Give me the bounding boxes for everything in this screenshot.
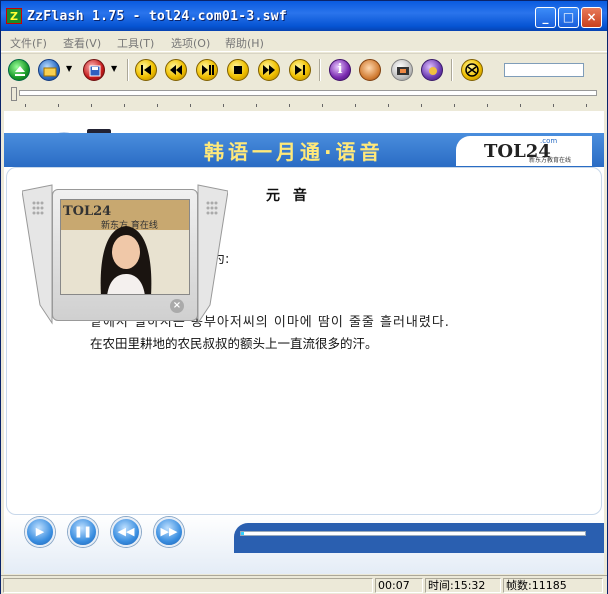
open-folder-icon[interactable] bbox=[38, 59, 60, 81]
save-icon[interactable] bbox=[83, 59, 105, 81]
web-icon[interactable] bbox=[461, 59, 483, 81]
open-dropdown-icon[interactable]: ▼ bbox=[66, 64, 72, 73]
fast-forward-icon[interactable] bbox=[258, 59, 280, 81]
toolbar: ▼ ▼ i bbox=[1, 53, 607, 85]
seek-tick bbox=[553, 104, 554, 107]
stop-icon[interactable] bbox=[227, 59, 249, 81]
menu-options[interactable]: 选项(O) bbox=[171, 35, 210, 51]
menu-view[interactable]: 查看(V) bbox=[63, 35, 101, 51]
status-bar: 00:07 时间:15:32 帧数:11185 bbox=[1, 575, 607, 594]
video-window[interactable]: TOL24 新东方 育在线 × bbox=[22, 183, 228, 327]
seek-tick bbox=[322, 104, 323, 107]
elapsed-time: 00:07 bbox=[375, 578, 423, 593]
app-window: Z ZzFlash 1.75 - tol24.com01-3.swf _ □ ×… bbox=[0, 0, 608, 594]
seek-tick bbox=[586, 104, 587, 107]
menu-bar: 文件(F) 查看(V) 工具(T) 选项(O) 帮助(H) bbox=[1, 31, 607, 52]
seek-tick bbox=[223, 104, 224, 107]
menu-tools[interactable]: 工具(T) bbox=[117, 35, 154, 51]
play-button[interactable]: ▶ bbox=[25, 517, 55, 547]
menu-help[interactable]: 帮助(H) bbox=[225, 35, 264, 51]
chinese-translation: 在农田里耕地的农民叔叔的额头上一直流很多的汗。 bbox=[90, 336, 378, 351]
progress-track[interactable] bbox=[240, 531, 586, 536]
seek-tick bbox=[91, 104, 92, 107]
seek-thumb[interactable] bbox=[11, 87, 17, 101]
face-icon[interactable] bbox=[359, 59, 381, 81]
title-bar[interactable]: Z ZzFlash 1.75 - tol24.com01-3.swf _ □ × bbox=[1, 1, 607, 31]
app-icon: Z bbox=[6, 8, 22, 24]
seek-tick bbox=[289, 104, 290, 107]
seek-tick bbox=[256, 104, 257, 107]
flash-stage[interactable]: 韩语一月通·语音 TOL24 .com 新东方教育在线 元 音 为: 밭에서 일… bbox=[4, 111, 604, 574]
seek-track[interactable] bbox=[19, 90, 597, 96]
maximize-button[interactable]: □ bbox=[558, 7, 579, 28]
film-icon[interactable] bbox=[391, 59, 413, 81]
menu-file[interactable]: 文件(F) bbox=[10, 35, 47, 51]
pause-button[interactable]: ❚❚ bbox=[68, 517, 98, 547]
logo-subtitle: 新东方教育在线 bbox=[529, 157, 572, 164]
video-screen: TOL24 新东方 育在线 bbox=[60, 199, 190, 295]
clock-time: 时间:15:32 bbox=[425, 578, 501, 593]
progress-fill bbox=[241, 532, 244, 535]
rewind-icon[interactable] bbox=[165, 59, 187, 81]
course-title: 韩语一月通·语音 bbox=[204, 140, 384, 164]
eject-icon[interactable] bbox=[8, 59, 30, 81]
rewind-button[interactable]: ◀◀ bbox=[111, 517, 141, 547]
seek-tick bbox=[355, 104, 356, 107]
seek-tick bbox=[25, 104, 26, 107]
seek-tick bbox=[157, 104, 158, 107]
forward-button[interactable]: ▶▶ bbox=[154, 517, 184, 547]
seek-row bbox=[1, 85, 607, 109]
lesson-heading: 元 音 bbox=[266, 188, 311, 204]
presenter-image bbox=[100, 226, 152, 294]
toolbar-separator bbox=[127, 59, 129, 81]
skip-end-icon[interactable] bbox=[289, 59, 311, 81]
seek-tick bbox=[388, 104, 389, 107]
frame-count: 帧数:11185 bbox=[503, 578, 603, 593]
seek-tick bbox=[421, 104, 422, 107]
toolbar-separator bbox=[319, 59, 321, 81]
seek-tick bbox=[520, 104, 521, 107]
progress-panel bbox=[234, 523, 604, 553]
seek-tick bbox=[190, 104, 191, 107]
seek-tick bbox=[454, 104, 455, 107]
settings-icon[interactable] bbox=[421, 59, 443, 81]
video-logo-text: TOL24 bbox=[63, 204, 112, 219]
info-icon[interactable]: i bbox=[329, 59, 351, 81]
close-button[interactable]: × bbox=[581, 7, 602, 28]
seek-tick bbox=[58, 104, 59, 107]
seek-tick bbox=[124, 104, 125, 107]
minimize-button[interactable]: _ bbox=[535, 7, 556, 28]
seek-tick bbox=[487, 104, 488, 107]
save-dropdown-icon[interactable]: ▼ bbox=[111, 64, 117, 73]
toolbar-separator bbox=[451, 59, 453, 81]
logo-com: .com bbox=[540, 137, 558, 145]
window-title: ZzFlash 1.75 - tol24.com01-3.swf bbox=[27, 9, 288, 24]
step-icon[interactable] bbox=[196, 59, 218, 81]
zoom-field[interactable] bbox=[504, 63, 584, 77]
status-message bbox=[3, 578, 373, 593]
skip-start-icon[interactable] bbox=[135, 59, 157, 81]
video-close-icon[interactable]: × bbox=[170, 299, 184, 313]
